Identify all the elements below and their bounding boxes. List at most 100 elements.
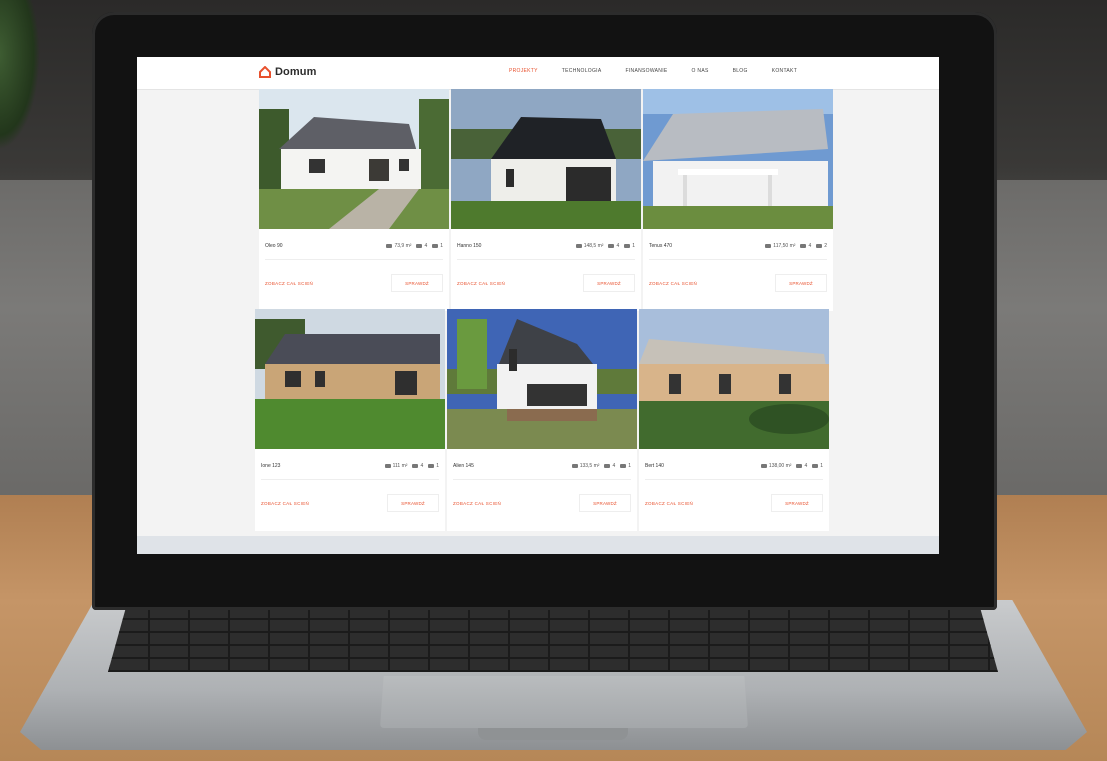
laptop-trackpad[interactable] xyxy=(380,676,748,728)
site-header: Domum PROJEKTY TECHNOLOGIA FINANSOWANIE … xyxy=(137,57,939,90)
baths-value: 1 xyxy=(632,243,635,249)
page-bottom-band xyxy=(137,536,939,554)
nav-projekty[interactable]: PROJEKTY xyxy=(509,68,538,74)
area-value: 148,5 m² xyxy=(583,243,604,249)
project-info: Oleo 90 73,9 m² 4 1 xyxy=(265,243,443,257)
check-button[interactable]: SPRAWDŹ xyxy=(583,274,635,292)
area-value: 133,5 m² xyxy=(579,463,600,469)
view-details-link[interactable]: ZOBACZ CAŁ SCIEŃ xyxy=(457,281,505,286)
view-details-link[interactable]: ZOBACZ CAŁ SCIEŃ xyxy=(645,501,693,506)
bath-icon xyxy=(620,464,627,468)
project-image[interactable] xyxy=(451,89,641,229)
check-button[interactable]: SPRAWDŹ xyxy=(391,274,443,292)
bath-icon xyxy=(816,244,823,248)
project-specs: 133,5 m² 4 1 xyxy=(571,463,631,469)
area-icon xyxy=(765,244,772,248)
project-specs: 148,5 m² 4 1 xyxy=(575,243,635,249)
nav-technologia[interactable]: TECHNOLOGIA xyxy=(562,68,602,74)
project-name: Hanno 150 xyxy=(457,243,482,249)
project-name: Tenus 470 xyxy=(649,243,673,249)
bath-icon xyxy=(428,464,435,468)
bed-icon xyxy=(412,464,419,468)
rooms-value: 4 xyxy=(420,463,424,469)
project-info: Hanno 150 148,5 m² 4 1 xyxy=(457,243,635,257)
project-image[interactable] xyxy=(259,89,449,229)
baths-value: 1 xyxy=(440,243,443,249)
project-specs: 73,9 m² 4 1 xyxy=(386,243,443,249)
browser-screen: Domum PROJEKTY TECHNOLOGIA FINANSOWANIE … xyxy=(137,57,939,554)
laptop-keyboard xyxy=(108,608,998,672)
area-value: 117,50 m² xyxy=(773,243,796,249)
main-nav: PROJEKTY TECHNOLOGIA FINANSOWANIE O NAS … xyxy=(509,68,821,74)
view-details-link[interactable]: ZOBACZ CAŁ SCIEŃ xyxy=(265,281,313,286)
view-details-link[interactable]: ZOBACZ CAŁ SCIEŃ xyxy=(261,501,309,506)
view-details-link[interactable]: ZOBACZ CAŁ SCIEŃ xyxy=(453,501,501,506)
area-value: 138,00 m² xyxy=(768,463,792,469)
card-divider xyxy=(453,479,631,480)
project-image[interactable] xyxy=(639,309,829,449)
view-details-link[interactable]: ZOBACZ CAŁ SCIEŃ xyxy=(649,281,697,286)
project-card[interactable]: Hanno 150 148,5 m² 4 1 ZOBACZ CAŁ SCIEŃ … xyxy=(451,89,641,311)
nav-finansowanie[interactable]: FINANSOWANIE xyxy=(626,68,668,74)
card-divider xyxy=(265,259,443,260)
project-specs: 111 m² 4 1 xyxy=(384,463,439,469)
check-button[interactable]: SPRAWDŹ xyxy=(771,494,823,512)
card-divider xyxy=(261,479,439,480)
project-card[interactable]: Bert 140 138,00 m² 4 1 ZOBACZ CAŁ SCIEŃ … xyxy=(639,309,829,531)
rooms-value: 4 xyxy=(612,463,616,469)
bath-icon xyxy=(624,244,631,248)
check-button[interactable]: SPRAWDŹ xyxy=(579,494,631,512)
card-divider xyxy=(457,259,635,260)
house-logo-icon xyxy=(259,66,271,78)
bed-icon xyxy=(800,244,807,248)
project-info: Tenus 470 117,50 m² 4 2 xyxy=(649,243,827,257)
rooms-value: 4 xyxy=(616,243,620,249)
project-card[interactable]: Oleo 90 73,9 m² 4 1 ZOBACZ CAŁ SCIEŃ SPR… xyxy=(259,89,449,311)
site-logo[interactable]: Domum xyxy=(259,66,316,78)
area-icon xyxy=(386,244,393,248)
project-name: Alien 145 xyxy=(453,463,474,469)
nav-blog[interactable]: BLOG xyxy=(733,68,748,74)
nav-kontakt[interactable]: KONTAKT xyxy=(772,68,797,74)
rooms-value: 4 xyxy=(804,463,808,469)
project-name: Ione 123 xyxy=(261,463,281,469)
project-image[interactable] xyxy=(643,89,833,229)
baths-value: 2 xyxy=(824,243,827,249)
bed-icon xyxy=(416,244,423,248)
rooms-value: 4 xyxy=(424,243,428,249)
project-info: Ione 123 111 m² 4 1 xyxy=(261,463,439,477)
baths-value: 1 xyxy=(436,463,439,469)
project-info: Bert 140 138,00 m² 4 1 xyxy=(645,463,823,477)
plant xyxy=(0,0,40,150)
baths-value: 1 xyxy=(628,463,631,469)
baths-value: 1 xyxy=(820,463,823,469)
project-image[interactable] xyxy=(255,309,445,449)
card-divider xyxy=(649,259,827,260)
area-icon xyxy=(571,464,578,468)
project-specs: 117,50 m² 4 2 xyxy=(765,243,827,249)
nav-o-nas[interactable]: O NAS xyxy=(692,68,709,74)
check-button[interactable]: SPRAWDŹ xyxy=(775,274,827,292)
project-card[interactable]: Ione 123 111 m² 4 1 ZOBACZ CAŁ SCIEŃ SPR… xyxy=(255,309,445,531)
bed-icon xyxy=(608,244,615,248)
project-name: Oleo 90 xyxy=(265,243,283,249)
bath-icon xyxy=(432,244,439,248)
card-divider xyxy=(645,479,823,480)
project-name: Bert 140 xyxy=(645,463,664,469)
bed-icon xyxy=(604,464,611,468)
check-button[interactable]: SPRAWDŹ xyxy=(387,494,439,512)
area-value: 73,9 m² xyxy=(394,243,412,249)
laptop-notch xyxy=(478,728,628,740)
project-card[interactable]: Alien 145 133,5 m² 4 1 ZOBACZ CAŁ SCIEŃ … xyxy=(447,309,637,531)
area-value: 111 m² xyxy=(392,463,408,469)
project-card[interactable]: Tenus 470 117,50 m² 4 2 ZOBACZ CAŁ SCIEŃ… xyxy=(643,89,833,311)
project-specs: 138,00 m² 4 1 xyxy=(760,463,823,469)
area-icon xyxy=(760,464,767,468)
rooms-value: 4 xyxy=(808,243,812,249)
project-info: Alien 145 133,5 m² 4 1 xyxy=(453,463,631,477)
area-icon xyxy=(384,464,391,468)
logo-text: Domum xyxy=(275,66,317,78)
bed-icon xyxy=(796,464,803,468)
project-image[interactable] xyxy=(447,309,637,449)
area-icon xyxy=(575,244,582,248)
